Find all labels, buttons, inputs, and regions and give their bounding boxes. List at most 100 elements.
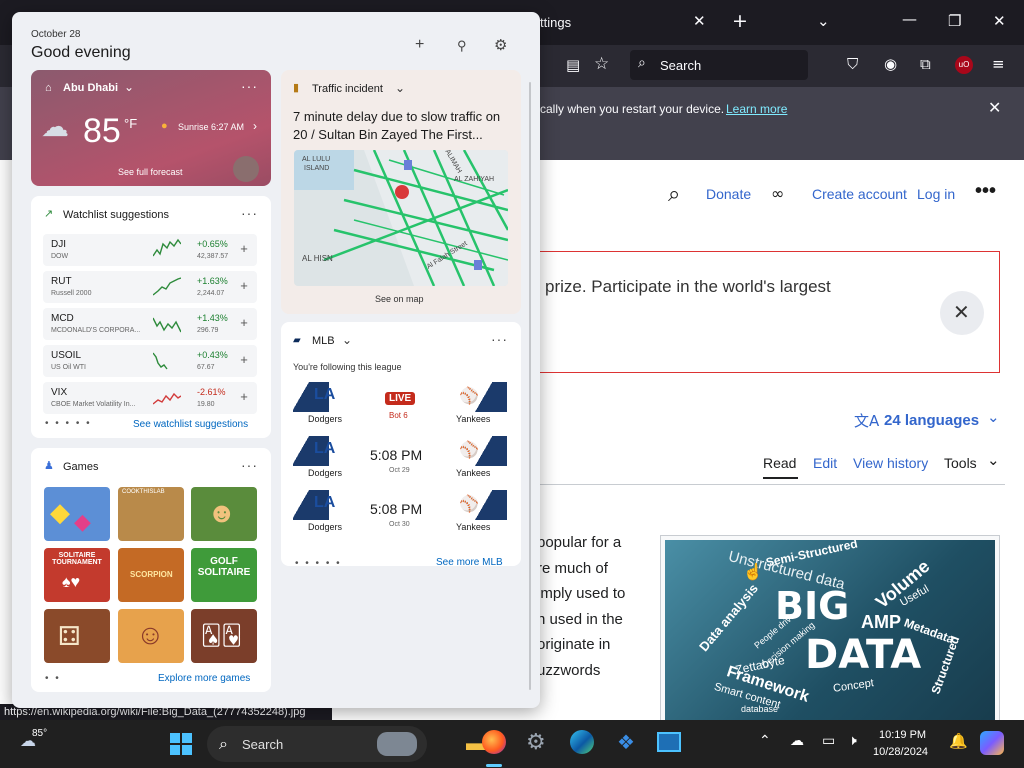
mlb-more-icon[interactable]: ···: [491, 331, 508, 347]
taskbar-search[interactable]: ⌕ Search: [207, 726, 427, 762]
donate-link[interactable]: Donate: [706, 186, 751, 202]
close-tab-icon[interactable]: ✕: [693, 12, 706, 30]
app-icon[interactable]: ❖: [617, 730, 635, 755]
game-tile[interactable]: 🂡🂱: [191, 609, 257, 663]
extensions-icon[interactable]: ⧉: [920, 55, 931, 73]
mlb-game-row[interactable]: LA Dodgers LIVE Bot 6 ⚾ Yankees: [293, 382, 507, 428]
window-close-icon[interactable]: ✕: [993, 12, 1006, 30]
add-widget-icon[interactable]: +: [415, 36, 424, 54]
mlb-title[interactable]: MLB: [312, 335, 335, 347]
ticker-row[interactable]: VIX CBOE Market Volatility In... -2.61% …: [43, 382, 257, 414]
clock-time[interactable]: 10:19 PM: [879, 729, 926, 741]
games-link[interactable]: Explore more games: [158, 673, 250, 684]
body-line: n used in the: [537, 610, 623, 628]
tab-read[interactable]: Read: [763, 455, 796, 471]
learn-more-link[interactable]: Learn more: [726, 102, 787, 116]
cards-icon: 🂡🂱: [201, 625, 242, 647]
tab-view-history[interactable]: View history: [853, 455, 928, 471]
browser-search-box[interactable]: ⌕ Search: [630, 50, 808, 80]
tab-title[interactable]: ttings: [540, 15, 571, 30]
edge-icon[interactable]: [570, 730, 594, 754]
appearance-icon[interactable]: ∞: [771, 184, 784, 203]
menu-icon[interactable]: ≡: [992, 55, 1005, 73]
game-tile[interactable]: ⚃: [44, 609, 110, 663]
panel-scrollbar[interactable]: [529, 82, 531, 690]
ublock-icon[interactable]: uO: [955, 56, 973, 74]
pocket-icon[interactable]: ⛉: [847, 55, 858, 73]
add-ticker-icon[interactable]: +: [237, 279, 251, 293]
tab-tools[interactable]: Tools: [944, 455, 977, 471]
traffic-header[interactable]: Traffic incident: [312, 83, 383, 95]
firefox-icon[interactable]: [482, 730, 506, 754]
weather-location[interactable]: Abu Dhabi: [63, 82, 118, 94]
clock-date[interactable]: 10/28/2024: [873, 746, 928, 758]
forecast-link[interactable]: See full forecast: [118, 167, 183, 177]
new-tab-icon[interactable]: +: [732, 10, 748, 32]
settings-gear-icon[interactable]: ⚙: [494, 36, 507, 54]
game-tile[interactable]: ☺: [118, 609, 184, 663]
tab-list-icon[interactable]: ⌄: [817, 12, 830, 30]
watchlist-link[interactable]: See watchlist suggestions: [133, 419, 248, 430]
start-button[interactable]: [170, 733, 192, 755]
traffic-map[interactable]: AL LULU ISLAND AL ZAHIYAH AL HISN Al Fal…: [294, 150, 508, 286]
ticker-row[interactable]: RUT Russell 2000 +1.63% 2,244.07 +: [43, 271, 257, 303]
network-icon[interactable]: ☁: [790, 732, 804, 749]
big-data-image[interactable]: Semi-Structured Unstructured data BIG DA…: [660, 535, 1000, 725]
game-tile[interactable]: COOKTHISLAB: [118, 487, 184, 541]
add-ticker-icon[interactable]: +: [237, 353, 251, 367]
game-time: 5:08 PM: [370, 447, 423, 463]
pagination-dots[interactable]: • • • • •: [45, 418, 92, 429]
create-account-link[interactable]: Create account: [812, 186, 907, 202]
languages-button[interactable]: 24 languages: [884, 412, 979, 429]
home-team: Dodgers: [308, 414, 343, 424]
next-chevron-icon[interactable]: ›: [253, 119, 257, 133]
add-ticker-icon[interactable]: +: [237, 242, 251, 256]
see-on-map-link[interactable]: See on map: [375, 294, 424, 304]
minimize-icon[interactable]: —: [902, 10, 917, 28]
tab-edit[interactable]: Edit: [813, 455, 837, 471]
chevron-down-icon: ⌄: [987, 409, 1000, 426]
game-tile[interactable]: ☻: [191, 487, 257, 541]
game-tile[interactable]: ◆ ◆: [44, 487, 110, 541]
wiki-search-icon[interactable]: ⌕: [668, 182, 680, 207]
add-ticker-icon[interactable]: +: [237, 316, 251, 330]
taskbar-temp[interactable]: 85°: [32, 728, 47, 739]
settings-app-icon[interactable]: ⚙: [526, 730, 546, 755]
home-icon: ⌂: [45, 82, 52, 94]
watchlist-more-icon[interactable]: ···: [241, 205, 258, 221]
games-more-icon[interactable]: ···: [241, 457, 258, 473]
copilot-icon[interactable]: [980, 731, 1004, 755]
mlb-game-row[interactable]: LA Dodgers 5:08 PM Oct 30 ⚾ Yankees: [293, 490, 507, 536]
mlb-link[interactable]: See more MLB: [436, 557, 503, 568]
restore-icon[interactable]: ❐: [948, 12, 961, 30]
ticker-row[interactable]: DJI DOW +0.65% 42,387.57 +: [43, 234, 257, 266]
dodgers-logo-icon: LA: [293, 436, 335, 466]
notification-bell-icon[interactable]: 🔔: [949, 732, 968, 750]
game-tile[interactable]: GOLF SOLITAIRE: [191, 548, 257, 602]
weather-more-icon[interactable]: ···: [241, 78, 258, 94]
display-icon[interactable]: ▭: [822, 732, 835, 749]
bookmark-star-icon[interactable]: ☆: [594, 54, 609, 74]
log-in-link[interactable]: Log in: [917, 186, 955, 202]
more-options-icon[interactable]: •••: [975, 180, 996, 203]
ticker-row[interactable]: MCD MCDONALD'S CORPORA... +1.43% 296.79 …: [43, 308, 257, 340]
game-tile[interactable]: SCORPION: [118, 548, 184, 602]
tray-chevron-icon[interactable]: ⌃: [759, 732, 771, 749]
notice-close-icon[interactable]: ✕: [988, 98, 1001, 117]
reader-view-icon[interactable]: ▤: [566, 56, 580, 74]
banner-close-button[interactable]: ✕: [940, 291, 984, 335]
mlb-game-row[interactable]: LA Dodgers 5:08 PM Oct 29 ⚾ Yankees: [293, 436, 507, 482]
add-ticker-icon[interactable]: +: [237, 390, 251, 404]
account-icon[interactable]: ◉: [884, 55, 897, 73]
profile-avatar[interactable]: [233, 156, 259, 182]
pin-icon[interactable]: ⚲: [457, 38, 467, 54]
big-data-wordcloud: Semi-Structured Unstructured data BIG DA…: [665, 540, 995, 720]
pagination-dots[interactable]: • • • • •: [295, 558, 342, 569]
remote-desktop-icon[interactable]: [657, 732, 681, 752]
traffic-text[interactable]: 7 minute delay due to slow traffic on 20…: [293, 108, 511, 144]
game-tile[interactable]: SOLITAIRE TOURNAMENT ♠♥: [44, 548, 110, 602]
pagination-dots[interactable]: • •: [45, 673, 61, 684]
volume-icon[interactable]: 🕨: [848, 732, 857, 749]
ticker-row[interactable]: USOIL US Oil WTI +0.43% 67.67 +: [43, 345, 257, 377]
weather-card[interactable]: ⌂ Abu Dhabi ⌄ ··· ☁ 85 °F ● Sunrise 6:27…: [31, 70, 271, 186]
